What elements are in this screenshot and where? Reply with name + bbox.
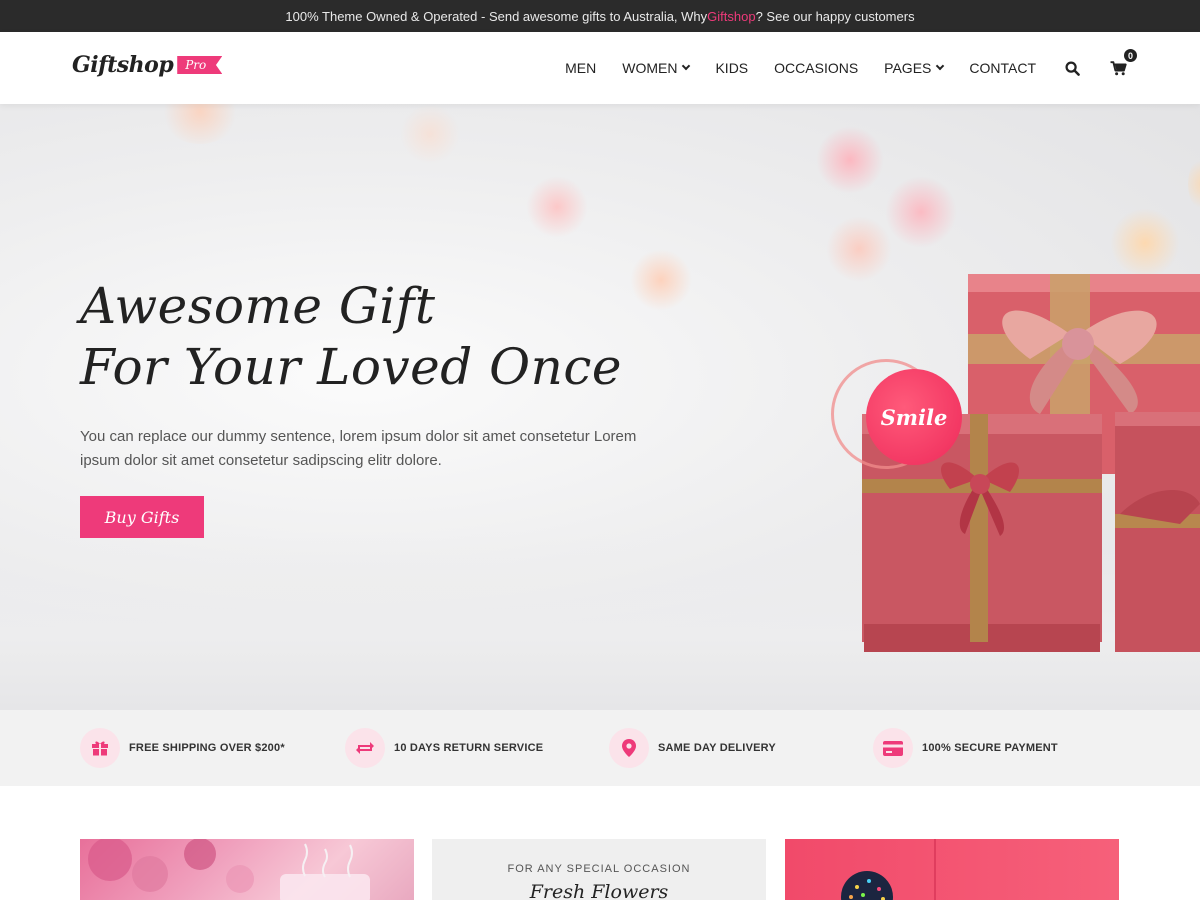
sprinkle-ball-image xyxy=(841,839,936,900)
nav-women[interactable]: WOMEN xyxy=(622,60,691,76)
announcement-bar: 100% Theme Owned & Operated - Send aweso… xyxy=(0,0,1200,32)
chevron-down-icon xyxy=(936,61,945,71)
bokeh-light xyxy=(816,126,884,194)
feature-return-service: 10 DAYS RETURN SERVICE xyxy=(345,728,543,768)
bokeh-light xyxy=(1188,154,1200,214)
main-nav: MEN WOMEN KIDS OCCASIONS PAGES CONTACT 0 xyxy=(539,32,1138,104)
logo-badge: Pro xyxy=(177,56,223,74)
nav-contact-label: CONTACT xyxy=(969,60,1036,76)
gift-icon xyxy=(80,728,120,768)
bokeh-light xyxy=(630,249,692,311)
hero-title-line2: For Your Loved Once xyxy=(80,338,622,396)
card-eyebrow: FOR ANY SPECIAL OCCASION xyxy=(507,863,691,875)
feature-label: 100% SECURE PAYMENT xyxy=(922,742,1058,754)
return-icon xyxy=(345,728,385,768)
category-card-flowers[interactable]: FOR ANY SPECIAL OCCASION Fresh Flowers xyxy=(432,839,766,900)
buy-gifts-button[interactable]: Buy Gifts xyxy=(80,496,204,538)
feature-same-day-delivery: SAME DAY DELIVERY xyxy=(609,728,776,768)
feature-label: 10 DAYS RETURN SERVICE xyxy=(394,742,544,754)
bokeh-light xyxy=(400,104,460,164)
hero-banner: Smile Awesome Gift For Your Loved Once Y… xyxy=(0,104,1200,710)
logo-text: Giftshop xyxy=(72,52,174,78)
announcement-link[interactable]: Giftshop xyxy=(707,9,755,24)
nav-women-label: WOMEN xyxy=(622,60,678,76)
bokeh-light xyxy=(160,104,240,144)
nav-men-label: MEN xyxy=(565,60,597,76)
nav-kids[interactable]: KIDS xyxy=(715,60,748,76)
logo[interactable]: Giftshop Pro xyxy=(72,52,223,78)
bokeh-light xyxy=(885,176,957,248)
features-strip: FREE SHIPPING OVER $200* 10 DAYS RETURN … xyxy=(0,710,1200,786)
nav-occasions-label: OCCASIONS xyxy=(774,60,859,76)
announcement-text: 100% Theme Owned & Operated - Send aweso… xyxy=(285,8,708,24)
feature-label: SAME DAY DELIVERY xyxy=(658,742,776,754)
nav-pages[interactable]: PAGES xyxy=(884,60,945,76)
nav-contact[interactable]: CONTACT xyxy=(969,60,1036,76)
credit-card-icon xyxy=(873,728,913,768)
site-header: Giftshop Pro MEN WOMEN KIDS OCCASIONS PA… xyxy=(0,32,1200,104)
chevron-down-icon xyxy=(682,61,691,71)
category-card-kids[interactable] xyxy=(785,839,1119,900)
category-card-celebration[interactable] xyxy=(80,839,414,900)
feature-label: FREE SHIPPING OVER $200* xyxy=(129,742,285,754)
cart-icon[interactable]: 0 xyxy=(1108,48,1138,78)
nav-men[interactable]: MEN xyxy=(565,60,596,76)
hero-title-line1: Awesome Gift xyxy=(80,277,436,335)
bokeh-light xyxy=(526,176,588,238)
location-pin-icon xyxy=(609,728,649,768)
cart-count-badge: 0 xyxy=(1123,48,1138,63)
nav-pages-label: PAGES xyxy=(884,60,932,76)
card-title: Fresh Flowers xyxy=(529,881,669,900)
nav-kids-label: KIDS xyxy=(715,60,749,76)
feature-free-shipping: FREE SHIPPING OVER $200* xyxy=(80,728,285,768)
smile-badge: Smile xyxy=(866,369,962,465)
announcement-text-end: ? See our happy customers xyxy=(755,8,915,24)
feature-secure-payment: 100% SECURE PAYMENT xyxy=(873,728,1058,768)
nav-occasions[interactable]: OCCASIONS xyxy=(774,60,858,76)
hero-description: You can replace our dummy sentence, lore… xyxy=(80,428,637,469)
hero-title: Awesome Gift For Your Loved Once xyxy=(80,276,622,398)
search-icon[interactable] xyxy=(1062,58,1082,78)
cake-candles-image xyxy=(88,839,370,900)
